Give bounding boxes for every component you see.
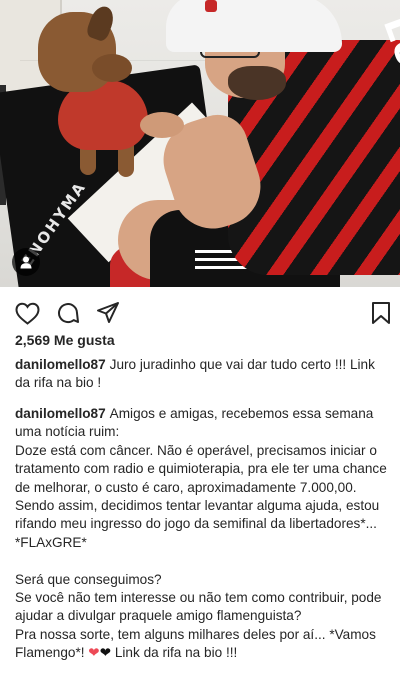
heart-outline-icon — [14, 302, 40, 325]
cap-logo — [205, 0, 217, 12]
man-cap — [166, 0, 342, 52]
man-beard — [228, 66, 286, 100]
user-tag-button[interactable] — [12, 248, 40, 276]
share-button[interactable] — [95, 300, 121, 326]
comment-text-line: Pra nossa sorte, tem alguns milhares del… — [15, 626, 390, 663]
bookmark-icon — [372, 302, 390, 324]
post-photo[interactable]: ENOHYMA LUBRT — [0, 0, 400, 287]
user-tag-icon — [20, 256, 32, 269]
man-hand — [140, 112, 184, 138]
likes-count[interactable]: 2,569 Me gusta — [15, 332, 115, 348]
comment-2: danilomello87 Amigos e amigas, recebemos … — [15, 405, 390, 663]
black-heart-icon: ❤ — [99, 645, 112, 661]
dog-snout — [92, 54, 132, 82]
save-button[interactable] — [368, 300, 394, 326]
red-heart-icon: ❤ — [88, 645, 100, 661]
comment-text-line: Se você não tem interesse ou não tem com… — [15, 590, 382, 624]
comment-text-line: Sendo assim, decidimos tentar levantar a… — [15, 498, 380, 550]
paper-plane-icon — [97, 302, 119, 323]
post-action-bar — [0, 290, 400, 334]
comment-1: danilomello87 Juro juradinho que vai dar … — [15, 356, 390, 393]
comment-button[interactable] — [55, 300, 81, 326]
comment-text: Link da rifa na bio !!! — [111, 645, 238, 661]
comment-text-line: Será que conseguimos? — [15, 571, 162, 587]
comment-username[interactable]: danilomello87 — [15, 406, 106, 421]
like-button[interactable] — [14, 300, 40, 326]
comment-username[interactable]: danilomello87 — [15, 357, 106, 372]
comment-bubble-icon — [58, 303, 79, 323]
comment-text-line: Doze está com câncer. Não é operável, pr… — [15, 442, 387, 495]
